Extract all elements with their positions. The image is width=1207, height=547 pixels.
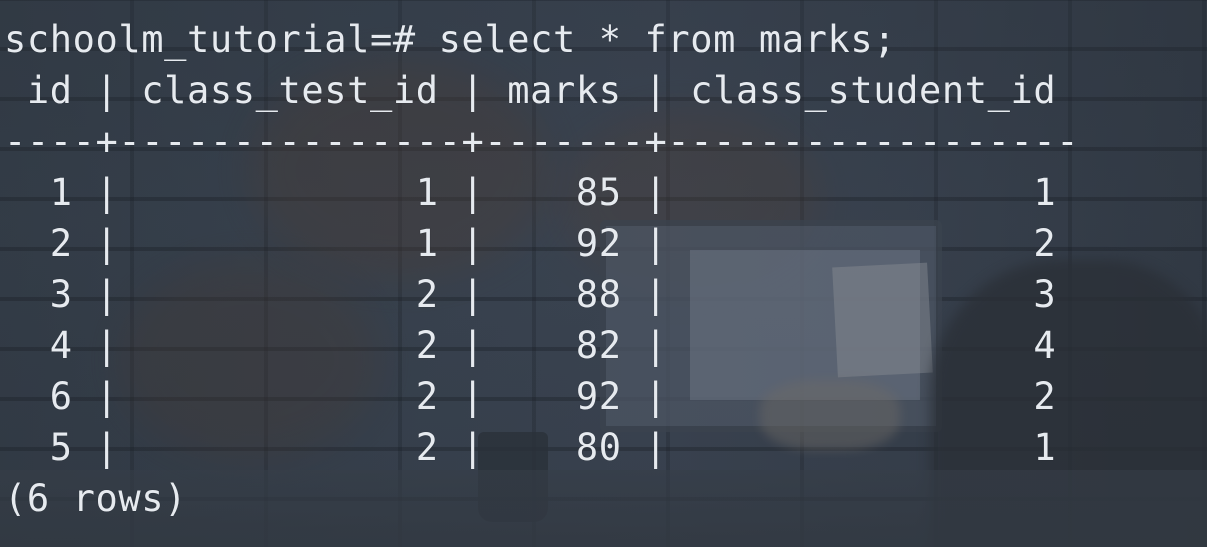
table-row: 2 | 1 | 92 | 2: [4, 222, 1057, 265]
row-count-footer: (6 rows): [4, 477, 188, 520]
table-row: 5 | 2 | 80 | 1: [4, 426, 1057, 469]
terminal-output: schoolm_tutorial=# select * from marks; …: [0, 0, 1207, 547]
table-header-row: id | class_test_id | marks | class_stude…: [4, 69, 1057, 112]
table-separator: ----+---------------+-------+-----------…: [4, 120, 1080, 163]
table-row: 1 | 1 | 85 | 1: [4, 171, 1057, 214]
sql-prompt-line: schoolm_tutorial=# select * from marks;: [4, 18, 897, 61]
table-row: 6 | 2 | 92 | 2: [4, 375, 1057, 418]
table-row: 4 | 2 | 82 | 4: [4, 324, 1057, 367]
table-row: 3 | 2 | 88 | 3: [4, 273, 1057, 316]
